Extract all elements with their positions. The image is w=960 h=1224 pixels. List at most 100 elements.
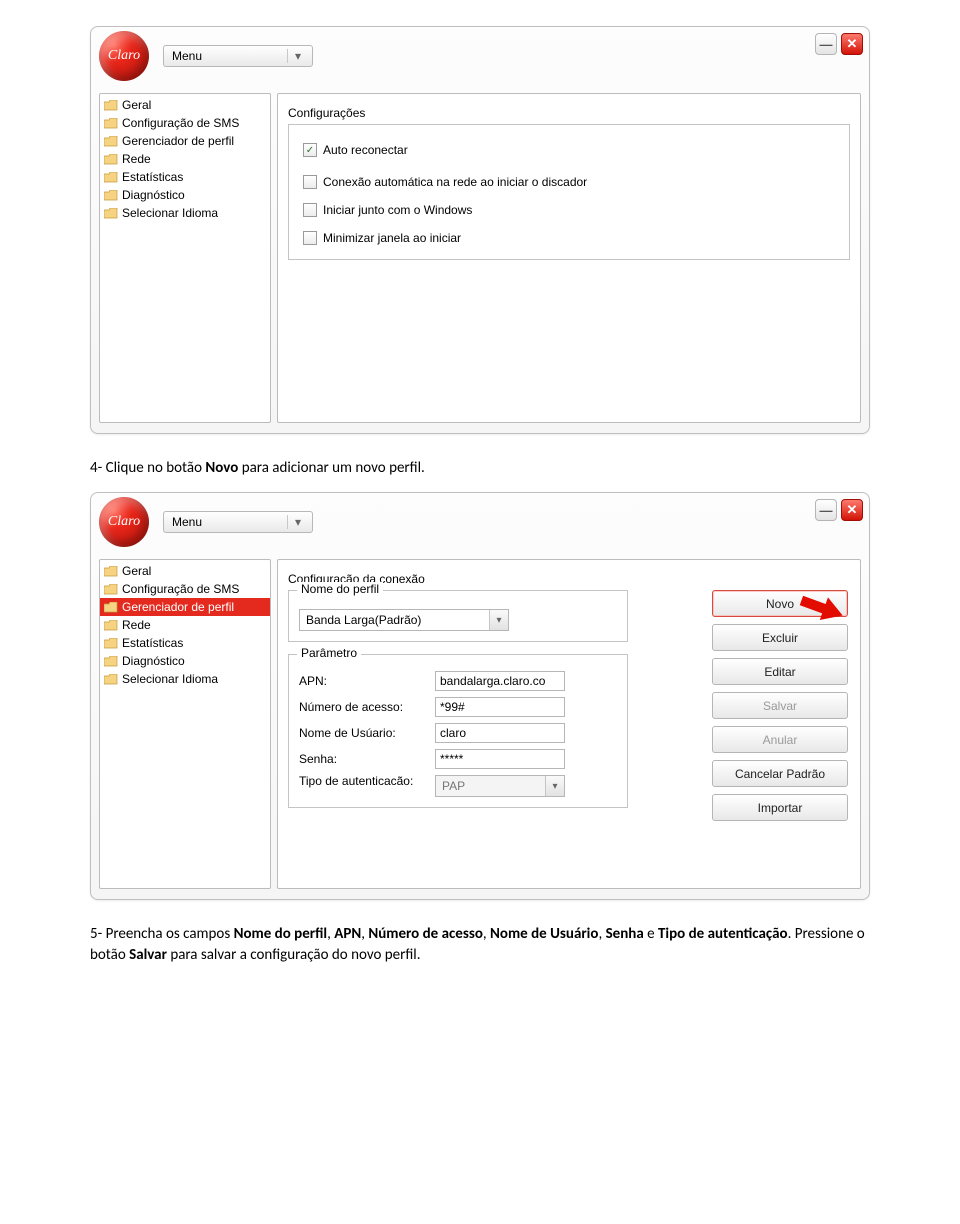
- folder-icon: [104, 208, 118, 219]
- checkbox-row[interactable]: ✓ Auto reconectar: [303, 143, 839, 157]
- sidebar-item-estatisticas[interactable]: Estatísticas: [100, 168, 270, 186]
- chevron-down-icon: ▾: [287, 49, 308, 63]
- excluir-button[interactable]: Excluir: [712, 624, 848, 651]
- claro-logo: Claro: [99, 31, 149, 81]
- close-button[interactable]: ✕: [841, 33, 863, 55]
- auth-type-select[interactable]: PAP ▾: [435, 775, 565, 797]
- sidebar-item-diagnostico[interactable]: Diagnóstico: [100, 652, 270, 670]
- checkbox-label: Auto reconectar: [323, 143, 408, 157]
- senha-field[interactable]: [435, 749, 565, 769]
- checkbox-icon: [303, 175, 317, 189]
- usuario-label: Nome de Usúario:: [299, 726, 429, 740]
- sidebar-item-label: Gerenciador de perfil: [122, 600, 234, 614]
- sidebar-item-label: Configuração de SMS: [122, 116, 239, 130]
- folder-icon: [104, 190, 118, 201]
- folder-icon: [104, 136, 118, 147]
- sidebar-item-label: Selecionar Idioma: [122, 206, 218, 220]
- sidebar-item-label: Rede: [122, 618, 151, 632]
- sidebar-item-idioma[interactable]: Selecionar Idioma: [100, 670, 270, 688]
- sidebar-item-idioma[interactable]: Selecionar Idioma: [100, 204, 270, 222]
- importar-button[interactable]: Importar: [712, 794, 848, 821]
- folder-icon: [104, 638, 118, 649]
- folder-icon: [104, 154, 118, 165]
- sidebar-item-rede[interactable]: Rede: [100, 616, 270, 634]
- titlebar: Claro Menu ▾ — ✕: [91, 493, 869, 559]
- usuario-field[interactable]: [435, 723, 565, 743]
- fieldset-legend: Parâmetro: [297, 646, 361, 660]
- checkbox-row[interactable]: Iniciar junto com o Windows: [303, 203, 839, 217]
- numero-label: Número de acesso:: [299, 700, 429, 714]
- folder-icon: [104, 566, 118, 577]
- sidebar-item-label: Configuração de SMS: [122, 582, 239, 596]
- folder-icon: [104, 100, 118, 111]
- select-value: Banda Larga(Padrão): [300, 613, 489, 627]
- main-panel-general: Configurações ✓ Auto reconectar Conexão …: [277, 93, 861, 423]
- action-button-column: Novo Excluir Editar Salvar Anular Cancel…: [712, 590, 848, 821]
- senha-label: Senha:: [299, 752, 429, 766]
- checkbox-row[interactable]: Conexão automática na rede ao iniciar o …: [303, 175, 839, 189]
- instruction-step-4: 4- Clique no botão Novo para adicionar u…: [90, 458, 870, 478]
- folder-icon: [104, 620, 118, 631]
- main-panel-connection: Configuração da conexão Nome do perfil B…: [277, 559, 861, 889]
- sidebar-item-sms[interactable]: Configuração de SMS: [100, 580, 270, 598]
- numero-field[interactable]: [435, 697, 565, 717]
- cancelar-padrao-button[interactable]: Cancelar Padrão: [712, 760, 848, 787]
- salvar-button[interactable]: Salvar: [712, 692, 848, 719]
- folder-icon: [104, 674, 118, 685]
- minimize-button[interactable]: —: [815, 33, 837, 55]
- minimize-button[interactable]: —: [815, 499, 837, 521]
- folder-icon: [104, 172, 118, 183]
- sidebar-item-sms[interactable]: Configuração de SMS: [100, 114, 270, 132]
- checkbox-icon: [303, 231, 317, 245]
- checkbox-icon: [303, 203, 317, 217]
- chevron-down-icon: ▾: [287, 515, 308, 529]
- sidebar-item-label: Estatísticas: [122, 636, 183, 650]
- chevron-down-icon: ▾: [489, 610, 508, 630]
- checkbox-label: Iniciar junto com o Windows: [323, 203, 472, 217]
- sidebar-item-diagnostico[interactable]: Diagnóstico: [100, 186, 270, 204]
- claro-logo: Claro: [99, 497, 149, 547]
- profile-name-select[interactable]: Banda Larga(Padrão) ▾: [299, 609, 509, 631]
- anular-button[interactable]: Anular: [712, 726, 848, 753]
- instruction-step-5: 5- Preencha os campos Nome do perfil, AP…: [90, 924, 870, 965]
- checkbox-icon: ✓: [303, 143, 317, 157]
- folder-icon: [104, 584, 118, 595]
- chevron-down-icon: ▾: [545, 776, 564, 796]
- sidebar-item-estatisticas[interactable]: Estatísticas: [100, 634, 270, 652]
- sidebar-item-perfil[interactable]: Gerenciador de perfil: [100, 132, 270, 150]
- sidebar: Geral Configuração de SMS Gerenciador de…: [99, 559, 271, 889]
- group-title: Configurações: [288, 106, 365, 120]
- menu-dropdown[interactable]: Menu ▾: [163, 45, 313, 67]
- menu-dropdown[interactable]: Menu ▾: [163, 511, 313, 533]
- apn-field[interactable]: [435, 671, 565, 691]
- editar-button[interactable]: Editar: [712, 658, 848, 685]
- sidebar-item-label: Selecionar Idioma: [122, 672, 218, 686]
- folder-icon: [104, 602, 118, 613]
- sidebar-item-label: Diagnóstico: [122, 654, 185, 668]
- app-window-connection: Claro Menu ▾ — ✕ Geral Configuração de S…: [90, 492, 870, 900]
- sidebar-item-rede[interactable]: Rede: [100, 150, 270, 168]
- select-value: PAP: [436, 779, 545, 793]
- sidebar-item-label: Rede: [122, 152, 151, 166]
- apn-label: APN:: [299, 674, 429, 688]
- sidebar-item-label: Diagnóstico: [122, 188, 185, 202]
- sidebar-item-label: Estatísticas: [122, 170, 183, 184]
- checkbox-row[interactable]: Minimizar janela ao iniciar: [303, 231, 839, 245]
- fieldset-legend: Nome do perfil: [297, 582, 383, 596]
- menu-label: Menu: [172, 49, 287, 63]
- sidebar: Geral Configuração de SMS Gerenciador de…: [99, 93, 271, 423]
- checkbox-label: Minimizar janela ao iniciar: [323, 231, 461, 245]
- novo-button[interactable]: Novo: [712, 590, 848, 617]
- sidebar-item-perfil[interactable]: Gerenciador de perfil: [100, 598, 270, 616]
- sidebar-item-label: Geral: [122, 98, 151, 112]
- folder-icon: [104, 118, 118, 129]
- menu-label: Menu: [172, 515, 287, 529]
- sidebar-item-geral[interactable]: Geral: [100, 562, 270, 580]
- sidebar-item-geral[interactable]: Geral: [100, 96, 270, 114]
- app-window-general: Claro Menu ▾ — ✕ Geral: [90, 26, 870, 434]
- checkbox-label: Conexão automática na rede ao iniciar o …: [323, 175, 587, 189]
- titlebar: Claro Menu ▾ — ✕: [91, 27, 869, 93]
- folder-icon: [104, 656, 118, 667]
- close-button[interactable]: ✕: [841, 499, 863, 521]
- sidebar-item-label: Gerenciador de perfil: [122, 134, 234, 148]
